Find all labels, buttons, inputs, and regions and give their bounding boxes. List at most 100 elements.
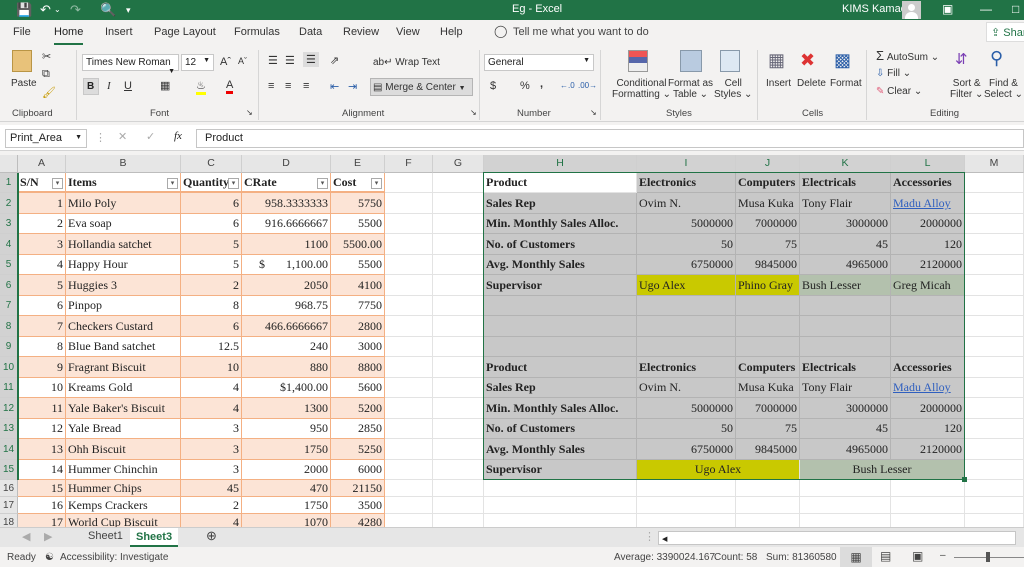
sales-rep-link[interactable]: Madu Alloy (891, 193, 965, 214)
row-header-9[interactable]: 9 (0, 337, 18, 357)
row-header-8[interactable]: 8 (0, 316, 18, 337)
cell[interactable] (965, 275, 1024, 296)
table1-cell[interactable]: 3000 (331, 337, 385, 357)
add-sheet-icon[interactable]: ⊕ (206, 528, 217, 544)
cell[interactable] (385, 439, 433, 460)
align-center-icon[interactable]: ≡ (285, 80, 291, 92)
table2-cell[interactable]: Tony Flair (800, 193, 891, 214)
table2-cell[interactable]: Phino Gray (736, 275, 800, 296)
tab-formulas[interactable]: Formulas (234, 26, 280, 38)
table2-cell[interactable]: Product (484, 173, 637, 193)
table1-cell[interactable]: 1100 (242, 234, 331, 255)
table3-cell[interactable]: Electricals (800, 357, 891, 378)
table2-cell[interactable]: 5000000 (637, 214, 736, 234)
maximize-icon[interactable]: □ (1012, 2, 1019, 16)
column-header-e[interactable]: E (331, 155, 385, 173)
table2-cell[interactable]: Bush Lesser (800, 275, 891, 296)
cell[interactable] (385, 234, 433, 255)
table2-cell[interactable]: Avg. Monthly Sales (484, 255, 637, 275)
table3-cell[interactable]: 2120000 (891, 439, 965, 460)
table2-cell[interactable]: Greg Micah (891, 275, 965, 296)
table1-cell[interactable]: 10 (18, 378, 66, 398)
font-name-select[interactable]: Times New Roman ▼ (82, 54, 179, 75)
table1-cell[interactable]: 2 (181, 275, 242, 296)
table2-cell[interactable]: 45 (800, 234, 891, 255)
table1-cell[interactable]: Eva soap (66, 214, 181, 234)
column-header-a[interactable]: A (18, 155, 66, 173)
decrease-decimal-icon[interactable]: .00→ (578, 81, 597, 90)
table1-cell[interactable]: 880 (242, 357, 331, 378)
table1-cell[interactable]: 7 (18, 316, 66, 337)
table1-cell[interactable]: Ohh Biscuit (66, 439, 181, 460)
cell[interactable] (433, 398, 484, 419)
tell-me-search[interactable]: Tell me what you want to do (513, 26, 649, 38)
table3-cell[interactable]: Avg. Monthly Sales (484, 439, 637, 460)
empty-gray-cell[interactable] (891, 337, 965, 357)
table3-cell[interactable]: Accessories (891, 357, 965, 378)
cell[interactable] (965, 316, 1024, 337)
row-header-17[interactable]: 17 (0, 497, 18, 514)
column-header-b[interactable]: B (66, 155, 181, 173)
table2-cell[interactable]: Ugo Alex (637, 275, 736, 296)
cell[interactable] (385, 296, 433, 316)
enter-icon[interactable]: ✓ (146, 130, 155, 143)
table2-cell[interactable]: 9845000 (736, 255, 800, 275)
cell[interactable] (891, 514, 965, 527)
align-bottom-icon[interactable]: ☰ (303, 52, 319, 67)
column-header-k[interactable]: K (800, 155, 891, 173)
table3-cell[interactable]: Min. Monthly Sales Alloc. (484, 398, 637, 419)
empty-gray-cell[interactable] (484, 316, 637, 337)
cell[interactable] (385, 275, 433, 296)
autosave-icon[interactable]: 💾 (16, 2, 32, 18)
empty-gray-cell[interactable] (637, 316, 736, 337)
row-header-13[interactable]: 13 (0, 419, 18, 439)
table1-cell[interactable]: Pinpop (66, 296, 181, 316)
table3-cell[interactable]: Tony Flair (800, 378, 891, 398)
print-preview-icon[interactable]: 🔍 (100, 2, 116, 18)
table1-cell[interactable]: 5500 (331, 214, 385, 234)
accessibility-status[interactable]: Accessibility: Investigate (60, 552, 168, 563)
table2-cell[interactable]: 2000000 (891, 214, 965, 234)
column-header-d[interactable]: D (242, 155, 331, 173)
cell[interactable] (484, 480, 637, 497)
table1-cell[interactable]: 4 (18, 255, 66, 275)
table1-cell[interactable]: 6 (181, 193, 242, 214)
table3-cell[interactable]: Product (484, 357, 637, 378)
table1-cell[interactable]: 2050 (242, 275, 331, 296)
table1-cell[interactable]: 1070 (242, 514, 331, 527)
row-header-2[interactable]: 2 (0, 193, 18, 214)
table1-cell[interactable]: 2800 (331, 316, 385, 337)
table1-cell[interactable]: 3500 (331, 497, 385, 514)
cell[interactable] (484, 497, 637, 514)
table1-cell[interactable]: 6 (18, 296, 66, 316)
tab-home[interactable]: Home (54, 26, 84, 45)
column-header-c[interactable]: C (181, 155, 242, 173)
page-break-view-icon[interactable]: ▣ (912, 549, 923, 563)
cell[interactable] (433, 460, 484, 480)
avatar[interactable] (902, 1, 921, 19)
cell[interactable] (385, 357, 433, 378)
cell[interactable] (800, 514, 891, 527)
share-button[interactable]: ⇪ Share (986, 22, 1024, 42)
cell[interactable] (965, 419, 1024, 439)
insert-cells-button[interactable]: Insert (766, 78, 791, 89)
table2-cell[interactable]: Supervisor (484, 275, 637, 296)
table1-cell[interactable]: $1,400.00 (242, 378, 331, 398)
conditional-formatting-button[interactable]: Conditional Formatting ⌄ (612, 78, 671, 100)
table1-cell[interactable]: Huggies 3 (66, 275, 181, 296)
comma-button[interactable]: , (540, 78, 543, 90)
cell[interactable] (965, 378, 1024, 398)
empty-gray-cell[interactable] (800, 296, 891, 316)
cell[interactable] (965, 357, 1024, 378)
cell[interactable] (433, 357, 484, 378)
formula-input[interactable]: Product (196, 129, 1024, 148)
row-header-1[interactable]: 1 (0, 173, 18, 193)
table1-cell[interactable]: 5500 (331, 255, 385, 275)
cell[interactable] (433, 337, 484, 357)
alignment-dialog-launcher-icon[interactable]: ↘ (470, 108, 477, 117)
cell[interactable] (433, 255, 484, 275)
cell[interactable] (965, 514, 1024, 527)
cell[interactable] (433, 214, 484, 234)
table1-cell[interactable]: 240 (242, 337, 331, 357)
cell[interactable] (385, 460, 433, 480)
